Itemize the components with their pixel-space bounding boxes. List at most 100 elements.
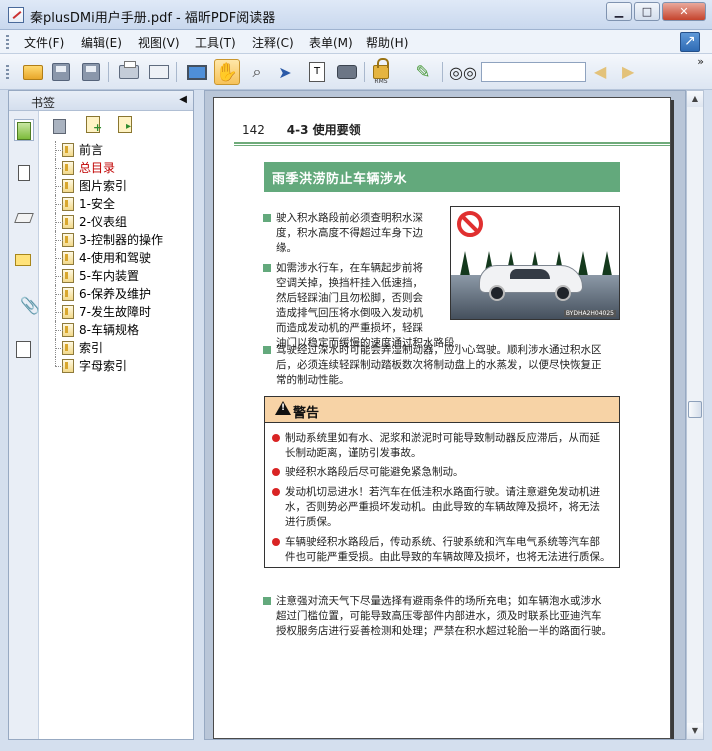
warning-box: 警告 制动系统里如有水、泥浆和淤泥时可能导致制动器反应滞后，从而延 长制动距离，… xyxy=(264,396,620,568)
bookmarks-panel-icon[interactable] xyxy=(14,119,34,141)
print-icon[interactable] xyxy=(116,59,142,85)
sign-check-icon[interactable]: ✎ xyxy=(410,59,436,85)
bookmark-icon xyxy=(62,305,74,319)
text-select-icon[interactable]: T xyxy=(304,59,330,85)
bookmark-icon xyxy=(62,143,74,157)
bookmark-icon xyxy=(62,197,74,211)
prohibition-icon xyxy=(457,211,483,237)
bookmark-item[interactable]: 字母索引 xyxy=(43,357,193,375)
pane-splitter[interactable] xyxy=(194,90,204,740)
page-number: 142 xyxy=(242,123,265,137)
collapse-pane-icon[interactable]: ◀ xyxy=(179,94,187,105)
toolbar-divider xyxy=(364,62,365,82)
bookmark-icon xyxy=(62,287,74,301)
scroll-up-arrow-icon[interactable]: ▲ xyxy=(687,91,703,107)
bookmark-icon xyxy=(62,161,74,175)
menu-form[interactable]: 表单(M) xyxy=(309,34,353,51)
menu-edit[interactable]: 编辑(E) xyxy=(81,34,122,51)
menu-view[interactable]: 视图(V) xyxy=(138,34,180,51)
bookmark-item[interactable]: 3-控制器的操作 xyxy=(43,231,193,249)
scroll-down-arrow-icon[interactable]: ▼ xyxy=(687,723,703,739)
bookmark-icon xyxy=(62,251,74,265)
red-dot-bullet xyxy=(272,538,280,546)
vertical-scrollbar[interactable]: ▲ ▼ xyxy=(686,90,704,740)
bookmark-icon xyxy=(62,215,74,229)
car-wheel xyxy=(489,285,505,301)
bookmark-icon xyxy=(62,269,74,283)
bookmark-item[interactable]: 前言 xyxy=(43,141,193,159)
bookmark-icon xyxy=(62,359,74,373)
find-binoculars-icon[interactable]: ◎◎ xyxy=(449,59,477,85)
paragraph-deep-water-check: 驶入积水路段前必须查明积水深 度，积水高度不得超过车身下边 缘。 xyxy=(263,211,448,256)
security-rms-icon[interactable]: RMS xyxy=(368,58,394,85)
save-as-icon[interactable] xyxy=(78,59,104,85)
status-bar xyxy=(0,740,712,751)
paragraph-charging-note: 注意强对流天气下尽量选择有避雨条件的场所充电；如车辆泡水或涉水 超过门槛位置，可… xyxy=(263,594,636,639)
page-header: 142 4-3 使用要领 xyxy=(242,121,361,138)
image-code: BYDHA2H04025 xyxy=(563,310,616,317)
add-bookmark-icon[interactable] xyxy=(84,115,102,134)
warning-triangle-icon xyxy=(275,401,291,415)
warning-item: 发动机切忌进水！若汽车在低洼积水路面行驶。请注意避免发动机进 水，否则势必严重损… xyxy=(272,485,615,530)
foxit-app-icon xyxy=(8,7,24,23)
delete-bookmark-icon[interactable] xyxy=(50,115,68,134)
bookmark-item[interactable]: 索引 xyxy=(43,339,193,357)
bookmark-item[interactable]: 7-发生故障时 xyxy=(43,303,193,321)
warning-item: 制动系统里如有水、泥浆和淤泥时可能导致制动器反应滞后，从而延 长制动距离，谨防引… xyxy=(272,431,615,461)
bookmark-icon xyxy=(62,341,74,355)
bookmark-item[interactable]: 8-车辆规格 xyxy=(43,321,193,339)
minimize-button[interactable]: ▁ xyxy=(606,2,632,21)
bookmark-item[interactable]: 4-使用和驾驶 xyxy=(43,249,193,267)
bookmark-item[interactable]: 2-仪表组 xyxy=(43,213,193,231)
window-title: 秦plusDMi用户手册.pdf - 福昕PDF阅读器 xyxy=(30,11,276,26)
find-previous-icon[interactable]: ◀ xyxy=(594,62,614,82)
menu-help[interactable]: 帮助(H) xyxy=(366,34,408,51)
promote-bookmark-icon[interactable] xyxy=(116,115,134,133)
zoom-glass-icon[interactable]: ⌕ xyxy=(244,59,270,85)
menu-tools[interactable]: 工具(T) xyxy=(195,34,236,51)
open-folder-icon[interactable] xyxy=(20,59,46,85)
restore-window-icon[interactable] xyxy=(680,32,700,52)
bookmark-icon xyxy=(62,323,74,337)
select-arrow-icon[interactable]: ➤ xyxy=(272,59,298,85)
pages-panel-icon[interactable] xyxy=(14,163,34,185)
window-controls: ▁ □ ✕ xyxy=(606,2,706,21)
topic-heading-bar: 雨季洪涝防止车辆涉水 xyxy=(264,162,620,192)
maximize-button[interactable]: □ xyxy=(634,2,660,21)
toolbar-overflow-icon[interactable]: » xyxy=(697,55,704,68)
green-square-bullet xyxy=(263,214,271,222)
find-next-icon[interactable]: ▶ xyxy=(622,62,642,82)
toolbar-divider xyxy=(176,62,177,82)
bookmark-item[interactable]: 5-车内装置 xyxy=(43,267,193,285)
warning-title: 警告 xyxy=(293,406,320,421)
attachments-panel-icon[interactable]: 📎 xyxy=(14,295,40,317)
green-square-bullet xyxy=(263,264,271,272)
hand-tool-icon[interactable]: ✋ xyxy=(214,59,240,85)
scan-icon[interactable] xyxy=(146,59,172,85)
warning-item: 驶经积水路段后尽可能避免紧急制动。 xyxy=(272,465,615,480)
close-button[interactable]: ✕ xyxy=(662,2,706,21)
bookmark-item[interactable]: 6-保养及维护 xyxy=(43,285,193,303)
save-icon[interactable] xyxy=(48,59,74,85)
signatures-panel-icon[interactable] xyxy=(14,339,34,361)
bookmark-item[interactable]: 总目录 xyxy=(43,159,193,177)
menu-file[interactable]: 文件(F) xyxy=(24,34,64,51)
topic-heading: 雨季洪涝防止车辆涉水 xyxy=(272,172,408,187)
snapshot-camera-icon[interactable] xyxy=(334,59,360,85)
menu-comment[interactable]: 注释(C) xyxy=(252,34,294,51)
bookmark-item[interactable]: 1-安全 xyxy=(43,195,193,213)
full-screen-icon[interactable] xyxy=(184,59,210,85)
comments-panel-icon[interactable] xyxy=(14,251,34,273)
layers-panel-icon[interactable] xyxy=(14,207,34,229)
bookmark-item[interactable]: 图片索引 xyxy=(43,177,193,195)
bookmark-pane-header: 书签 ◀ xyxy=(9,91,193,111)
scroll-thumb[interactable] xyxy=(688,401,702,418)
rms-label: RMS xyxy=(374,78,388,85)
bookmark-icon xyxy=(62,233,74,247)
document-view[interactable]: 142 4-3 使用要领 雨季洪涝防止车辆涉水 驶入积水路段前必须查明积水深 度… xyxy=(204,90,686,740)
bookmark-pane-title: 书签 xyxy=(31,96,56,110)
green-square-bullet xyxy=(263,346,271,354)
section-title: 4-3 使用要领 xyxy=(286,123,361,137)
find-input[interactable] xyxy=(481,62,586,82)
bookmark-pane: 书签 ◀ 📎 前言 总目录 图片索引 1-安全 2-仪表组 3-控制器的操作 4… xyxy=(8,90,194,740)
